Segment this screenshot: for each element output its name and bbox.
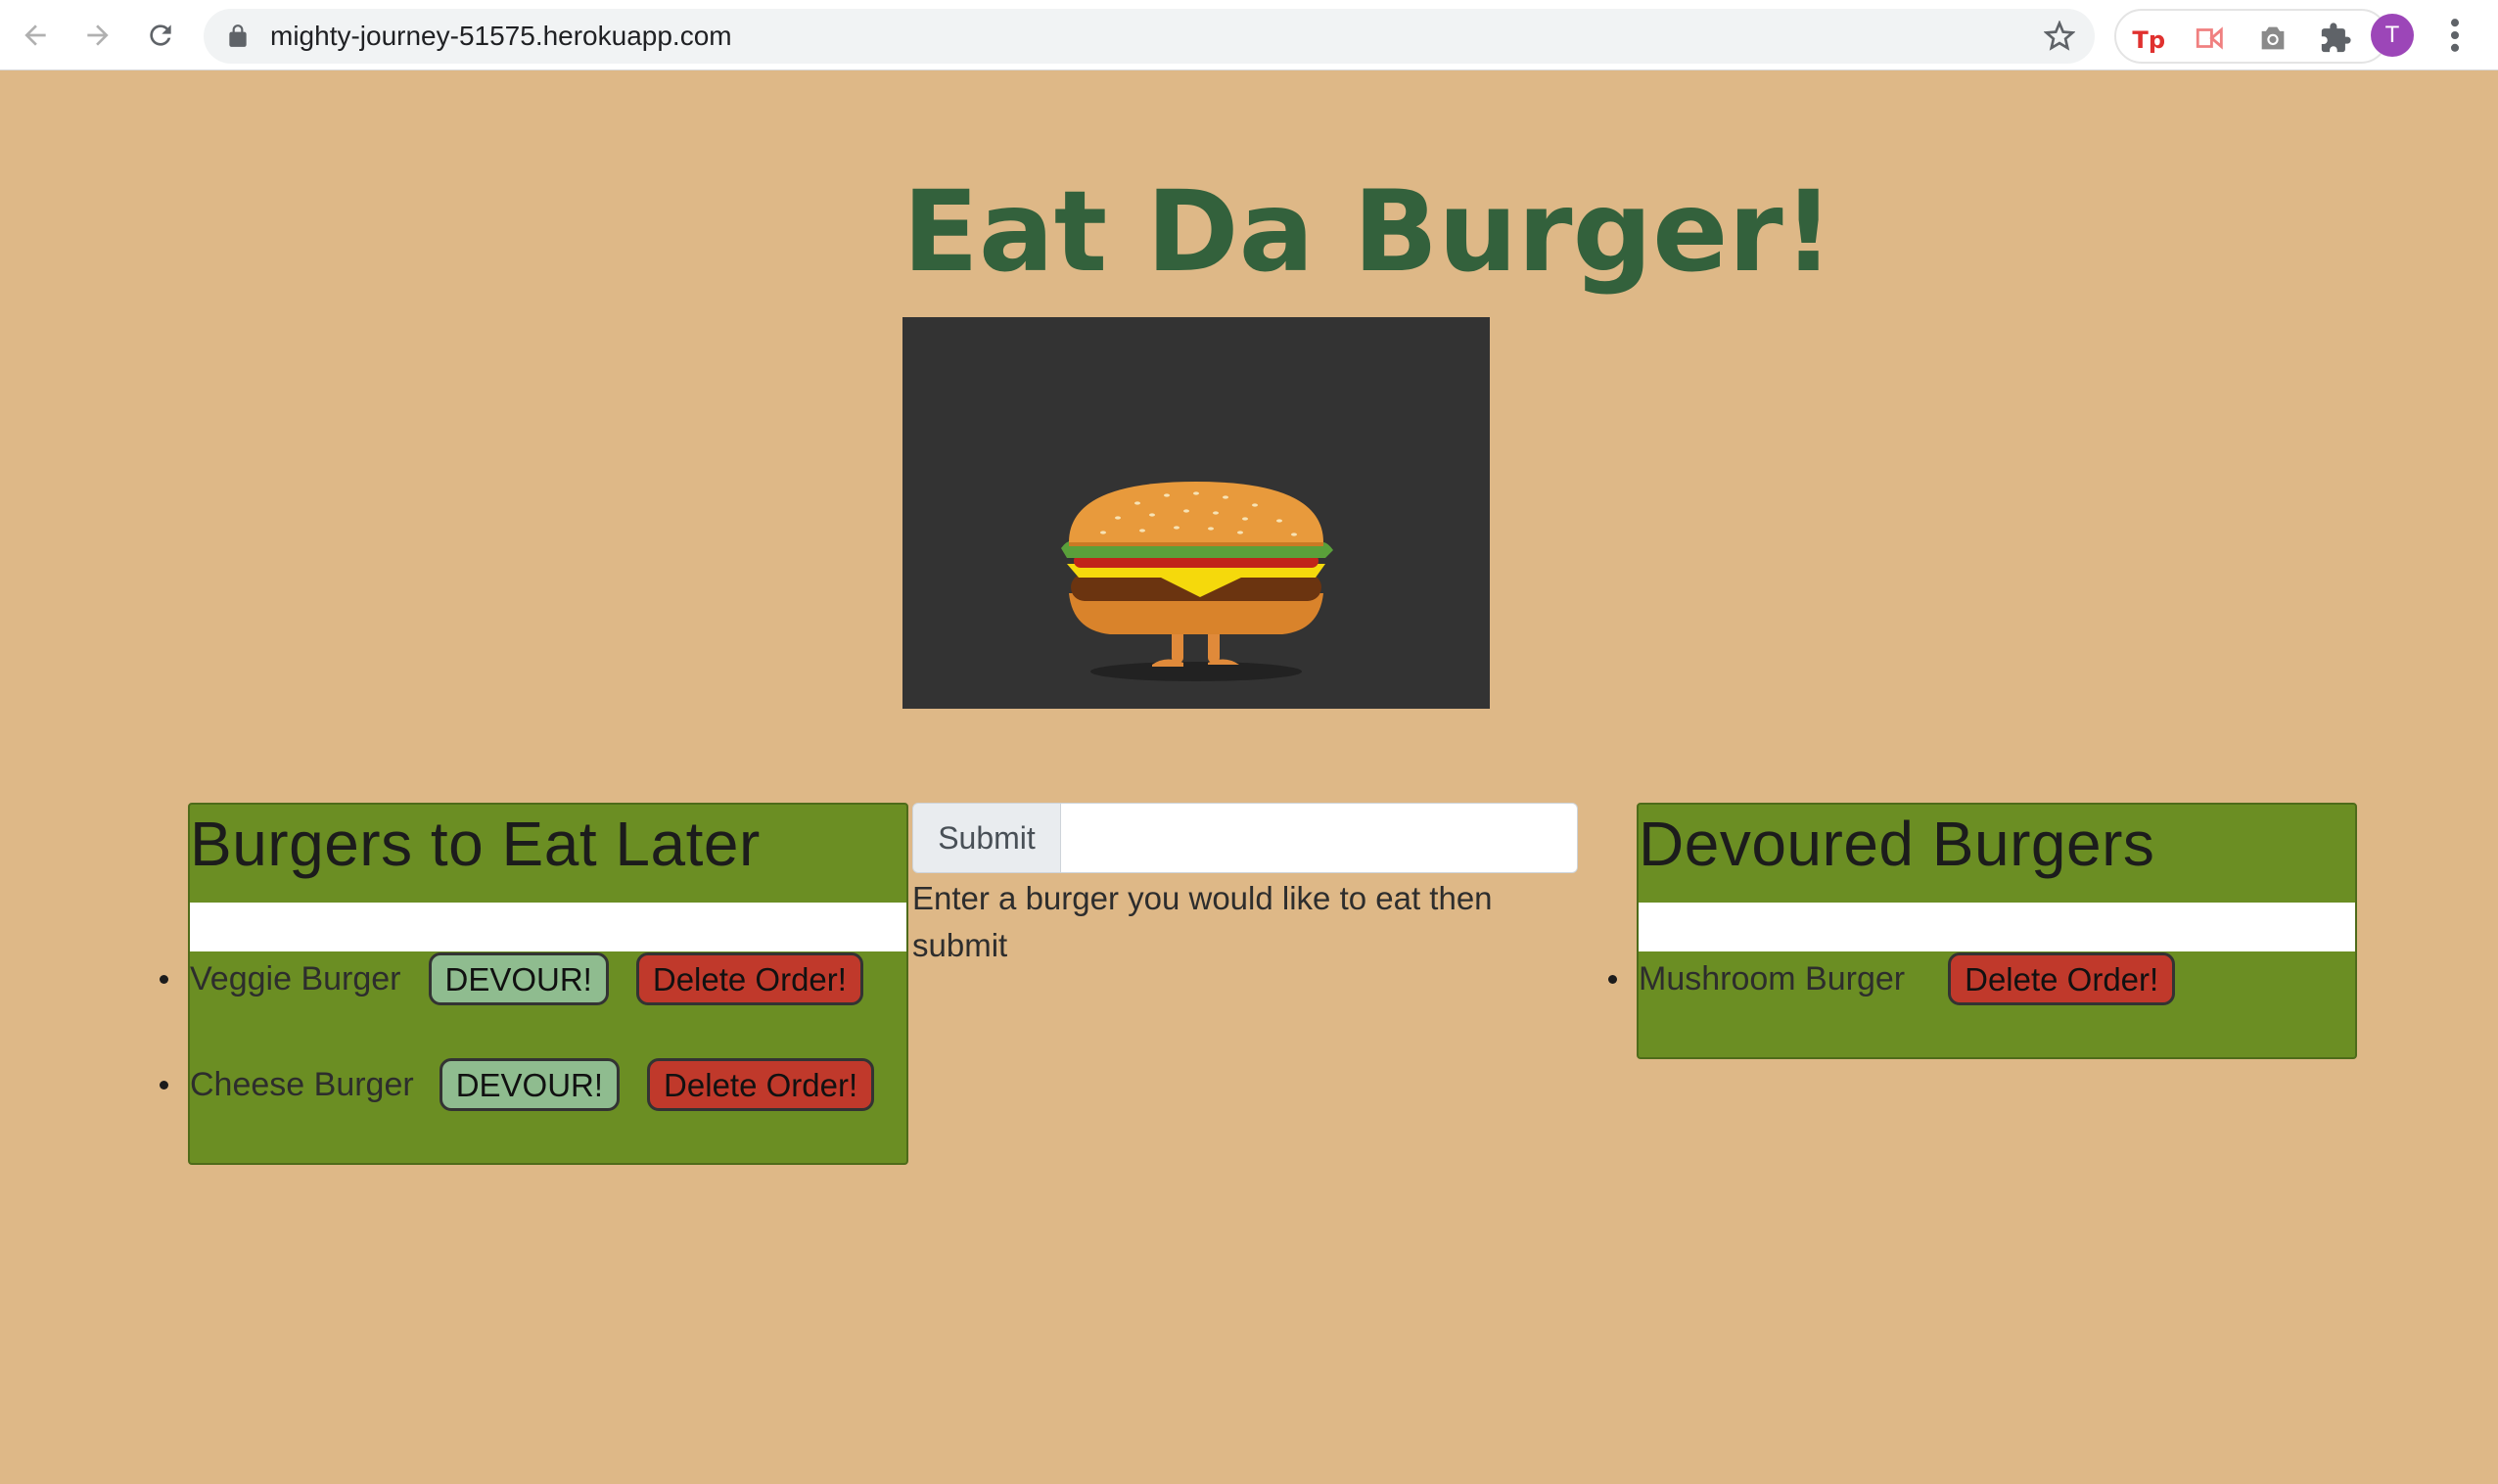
extensions-menu[interactable] xyxy=(2318,21,2353,56)
extensions-group: Tp xyxy=(2114,9,2388,64)
reload-button[interactable] xyxy=(139,14,182,57)
burger-name: Cheese Burger xyxy=(190,1065,414,1103)
lock-icon xyxy=(229,24,247,47)
delete-order-button[interactable]: Delete Order! xyxy=(1948,952,2176,1005)
tp-extension-icon: Tp xyxy=(2132,26,2164,54)
form-hint-text: Enter a burger you would like to eat the… xyxy=(912,880,1493,963)
screencast-extension-icon xyxy=(2196,26,2223,50)
browser-toolbar: mighty-journey-51575.herokuapp.com Tp T xyxy=(0,0,2498,70)
address-bar[interactable]: mighty-journey-51575.herokuapp.com xyxy=(204,9,2095,64)
devour-button[interactable]: DEVOUR! xyxy=(428,952,609,1005)
bookmark-star-icon[interactable] xyxy=(2044,21,2075,52)
delete-order-button[interactable]: Delete Order! xyxy=(647,1058,875,1111)
list-item-veggie-burger: Veggie Burger DEVOUR! Delete Order! xyxy=(190,951,863,1006)
burger-name-input[interactable] xyxy=(1061,803,1578,873)
camera-icon xyxy=(2261,26,2285,50)
devour-button[interactable]: DEVOUR! xyxy=(439,1058,621,1111)
reload-icon xyxy=(150,24,171,46)
profile-avatar[interactable]: T xyxy=(2371,14,2414,57)
forward-button[interactable] xyxy=(76,14,119,57)
to-eat-heading: Burgers to Eat Later xyxy=(190,809,761,879)
list-bullet xyxy=(1608,975,1617,984)
devoured-divider-strip xyxy=(1639,903,2355,951)
page-title: Eat Da Burger! xyxy=(902,166,1834,297)
extension-screencast[interactable] xyxy=(2193,21,2228,56)
delete-order-button[interactable]: Delete Order! xyxy=(635,952,863,1005)
list-bullet xyxy=(160,1081,168,1090)
extension-camera[interactable] xyxy=(2255,21,2290,56)
burger-name: Veggie Burger xyxy=(190,959,401,997)
extension-tp[interactable]: Tp xyxy=(2130,21,2165,56)
svg-text:Tp: Tp xyxy=(2132,26,2164,54)
devoured-panel: Devoured Burgers Mushroom Burger Delete … xyxy=(1608,803,2357,1059)
walking-burger-illustration xyxy=(1061,482,1333,681)
forward-arrow-icon xyxy=(87,24,109,46)
submit-button[interactable]: Submit xyxy=(912,803,1061,873)
burger-name: Mushroom Burger xyxy=(1639,959,1906,997)
back-button[interactable] xyxy=(14,14,57,57)
devoured-heading: Devoured Burgers xyxy=(1639,809,2155,879)
kebab-menu-icon[interactable] xyxy=(2443,14,2467,57)
burger-image xyxy=(902,317,1490,709)
to-eat-divider-strip xyxy=(190,903,906,951)
puzzle-piece-icon xyxy=(2321,23,2351,53)
list-bullet xyxy=(160,975,168,984)
list-item-cheese-burger: Cheese Burger DEVOUR! Delete Order! xyxy=(190,1057,875,1112)
url-text[interactable]: mighty-journey-51575.herokuapp.com xyxy=(270,9,732,64)
page-content: Eat Da Burger! Burgers to Eat Later Vegg… xyxy=(0,70,2498,1484)
back-arrow-icon xyxy=(24,24,46,46)
list-item-mushroom-burger: Mushroom Burger Delete Order! xyxy=(1639,951,2176,1006)
to-eat-panel: Burgers to Eat Later Veggie Burger DEVOU… xyxy=(160,803,908,1165)
